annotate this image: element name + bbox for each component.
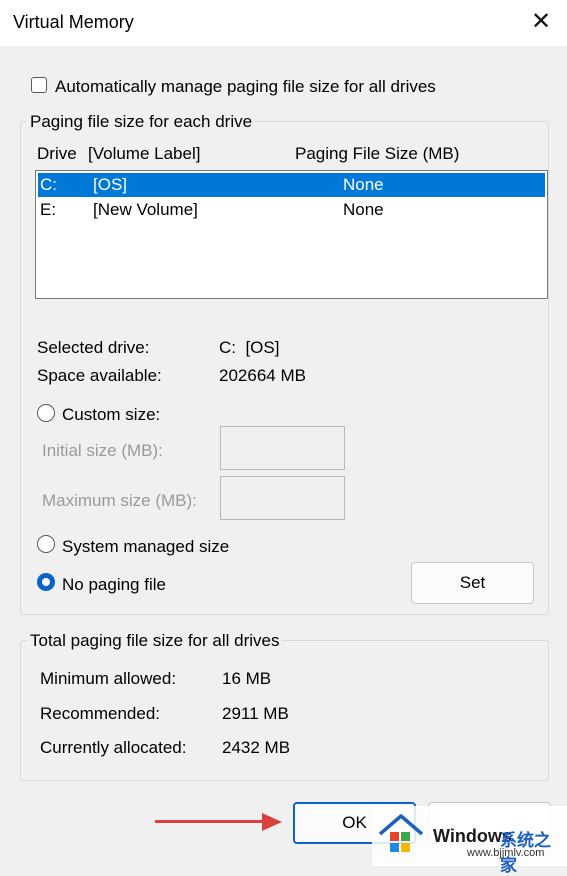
space-available-value: 202664 MB xyxy=(219,366,306,385)
drive-row-e[interactable]: E: [New Volume] None xyxy=(38,198,545,222)
maximum-size-label: Maximum size (MB): xyxy=(42,491,197,510)
header-paging-size: Paging File Size (MB) xyxy=(295,144,460,163)
space-available-label: Space available: xyxy=(37,366,162,385)
initial-size-label: Initial size (MB): xyxy=(42,441,163,460)
no-paging-label[interactable]: No paging file xyxy=(62,575,166,595)
custom-size-label[interactable]: Custom size: xyxy=(62,405,160,425)
system-managed-label[interactable]: System managed size xyxy=(62,537,229,557)
no-paging-radio[interactable] xyxy=(37,573,55,591)
currently-allocated-value: 2432 MB xyxy=(222,738,291,757)
custom-size-radio[interactable] xyxy=(37,404,55,422)
drive-paging-size: None xyxy=(343,175,384,194)
set-button[interactable]: Set xyxy=(411,562,534,604)
totals-group-label: Total paging file size for all drives xyxy=(27,631,283,651)
drive-volume-label: [New Volume] xyxy=(93,200,198,219)
title-bar: Virtual Memory ✕ xyxy=(0,0,567,46)
currently-allocated-label: Currently allocated: xyxy=(40,738,187,757)
drive-row-c[interactable]: C: [OS] None xyxy=(38,173,545,197)
drive-volume-label: [OS] xyxy=(93,175,128,194)
red-arrow-line xyxy=(155,820,263,823)
auto-manage-label[interactable]: Automatically manage paging file size fo… xyxy=(55,77,436,97)
drive-letter: E: xyxy=(40,200,57,219)
window-title: Virtual Memory xyxy=(13,12,134,32)
per-drive-group-label: Paging file size for each drive xyxy=(27,112,256,132)
maximum-size-input[interactable] xyxy=(220,476,345,520)
header-drive: Drive xyxy=(37,144,77,163)
selected-drive-label: Selected drive: xyxy=(37,338,150,357)
drive-letter: C: xyxy=(40,175,57,194)
minimum-allowed-value: 16 MB xyxy=(222,669,272,688)
initial-size-input[interactable] xyxy=(220,426,345,470)
red-arrow-icon xyxy=(262,813,282,831)
header-volume-label: [Volume Label] xyxy=(88,144,201,163)
system-managed-radio[interactable] xyxy=(37,535,55,553)
recommended-value: 2911 MB xyxy=(222,704,289,723)
auto-manage-checkbox[interactable] xyxy=(31,77,47,93)
close-icon[interactable]: ✕ xyxy=(526,6,556,38)
drive-list[interactable]: C: [OS] None E: [New Volume] None xyxy=(35,170,548,299)
watermark-url: www.bjjmlv.com xyxy=(467,847,545,859)
windows-house-logo-icon xyxy=(378,814,424,852)
recommended-label: Recommended: xyxy=(40,704,161,723)
minimum-allowed-label: Minimum allowed: xyxy=(40,669,177,688)
selected-drive-value: C: [OS] xyxy=(219,338,280,357)
drive-paging-size: None xyxy=(343,200,384,219)
